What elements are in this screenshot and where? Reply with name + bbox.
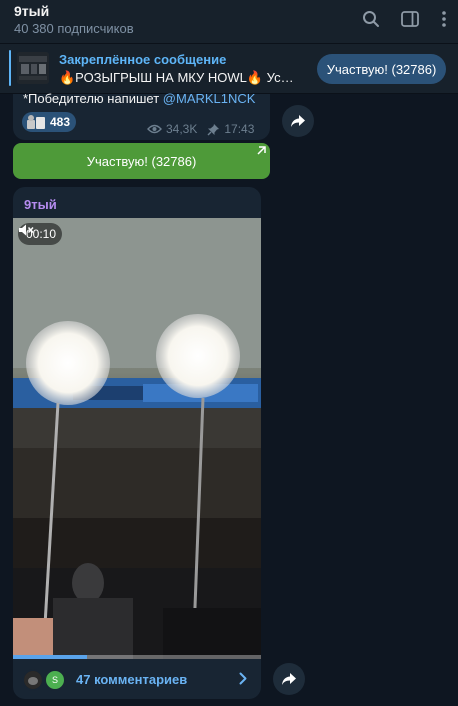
message-author[interactable]: 9тый bbox=[24, 197, 57, 212]
mute-icon[interactable] bbox=[18, 223, 34, 237]
commenter-avatar bbox=[22, 669, 44, 691]
mention-link[interactable]: @MARKL1NCK bbox=[163, 91, 256, 106]
message-text: *Победителю напишет @MARKL1NCK bbox=[23, 91, 255, 106]
inline-participate-button[interactable]: Участвую! (32786) bbox=[13, 143, 270, 179]
external-link-icon bbox=[257, 146, 266, 155]
video-time-pill[interactable]: 00:10 bbox=[18, 223, 63, 245]
message-bubble: *Победителю напишет @MARKL1NCK 483 34,3K… bbox=[13, 91, 270, 140]
search-icon[interactable] bbox=[359, 8, 383, 30]
share-button[interactable] bbox=[282, 105, 314, 137]
pinned-title: Закреплённое сообщение bbox=[59, 52, 227, 67]
more-vertical-icon[interactable] bbox=[434, 8, 454, 30]
message-time: 17:43 bbox=[224, 122, 255, 136]
comments-bar[interactable]: S 47 комментариев bbox=[13, 659, 261, 699]
video-message-bubble: 9тый 00:10 S 47 комментариев bbox=[13, 187, 261, 699]
pinned-participate-button[interactable]: Участвую! (32786) bbox=[317, 54, 446, 84]
share-button[interactable] bbox=[273, 663, 305, 695]
channel-title[interactable]: 9тый bbox=[14, 3, 49, 19]
commenter-avatar: S bbox=[44, 669, 66, 691]
pinned-message-bar[interactable]: Закреплённое сообщение 🔥РОЗЫГРЫШ НА МКУ … bbox=[0, 44, 458, 94]
share-arrow-icon bbox=[282, 673, 296, 685]
message-meta: 34,3K 17:43 bbox=[147, 122, 254, 136]
pin-icon bbox=[207, 123, 220, 135]
video-player[interactable]: 00:10 bbox=[13, 218, 261, 659]
message-text-prefix: *Победителю напишет bbox=[23, 91, 163, 106]
view-count: 34,3K bbox=[166, 122, 198, 136]
subscriber-count: 40 380 подписчиков bbox=[14, 21, 134, 36]
pinned-thumbnail bbox=[17, 52, 49, 84]
share-arrow-icon bbox=[291, 115, 305, 127]
inline-button-label: Участвую! (32786) bbox=[86, 153, 197, 169]
chevron-right-icon bbox=[239, 672, 247, 685]
comments-label: 47 комментариев bbox=[76, 672, 188, 687]
reaction-count: 483 bbox=[50, 115, 71, 129]
sidebar-toggle-icon[interactable] bbox=[398, 8, 422, 30]
eye-icon bbox=[147, 124, 162, 134]
reaction-chip[interactable]: 483 bbox=[22, 112, 77, 132]
video-frame bbox=[13, 218, 261, 659]
reaction-sticker-icon bbox=[27, 115, 45, 129]
pinned-indicator bbox=[9, 50, 11, 86]
chat-header: 9тый 40 380 подписчиков bbox=[0, 0, 458, 44]
pinned-text: 🔥РОЗЫГРЫШ НА МКУ HOWL🔥 Ус… bbox=[59, 70, 294, 85]
